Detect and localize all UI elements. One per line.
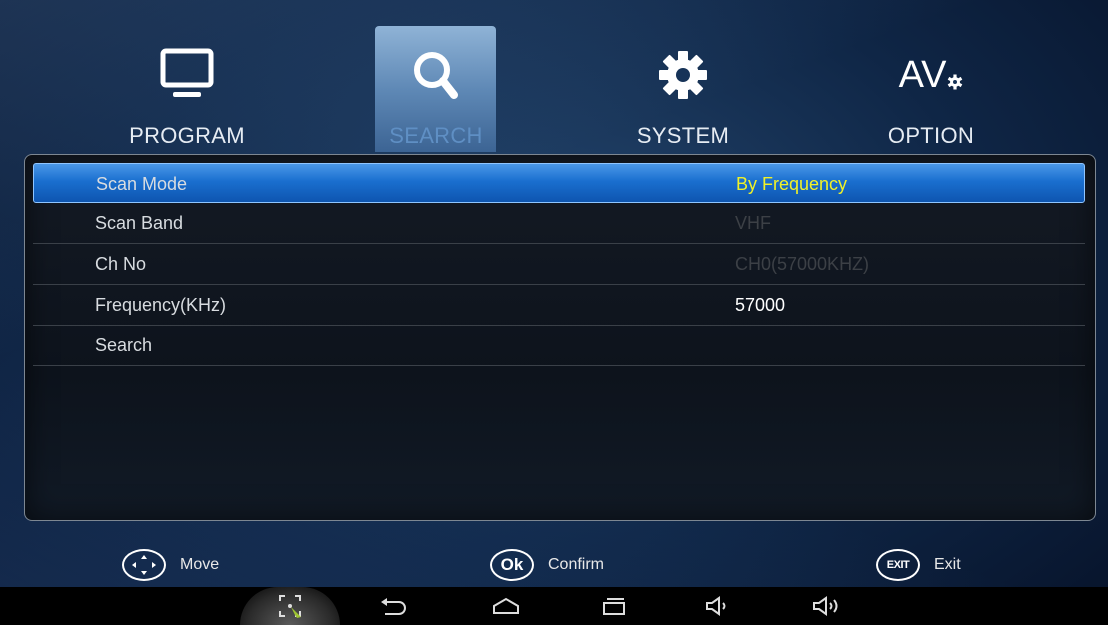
top-tab-bar: PROGRAM SEARCH SYSTEM AV OPTION [0, 0, 1108, 155]
tab-program-label: PROGRAM [129, 123, 245, 148]
hint-exit: EXIT Exit [876, 548, 961, 582]
menu-row-value: VHF [735, 213, 771, 233]
recents-icon[interactable] [584, 587, 644, 625]
hint-confirm-label: Confirm [548, 556, 605, 573]
home-icon[interactable] [476, 587, 536, 625]
tab-system-label: SYSTEM [636, 123, 730, 148]
menu-row-scan-mode[interactable]: Scan Mode By Frequency [33, 163, 1085, 203]
volume-up-icon[interactable] [797, 587, 857, 625]
back-icon[interactable] [363, 587, 423, 625]
menu-row-label: Scan Band [95, 213, 184, 233]
tab-option[interactable]: AV OPTION [870, 26, 992, 152]
ok-icon: Ok [490, 549, 534, 581]
av-settings-icon: AV [870, 40, 992, 110]
search-icon [375, 40, 497, 110]
menu-row-label: Search [95, 335, 153, 355]
menu-row-ch-no[interactable]: Ch No CH0(57000KHZ) [33, 244, 1085, 285]
menu-row-value: CH0(57000KHZ) [735, 254, 870, 274]
key-hints-bar: Move Ok Confirm EXIT Exit [0, 540, 1108, 590]
hint-move-label: Move [180, 556, 220, 573]
search-settings-panel: Scan Mode By Frequency Scan Band VHF Ch … [24, 154, 1096, 521]
hint-exit-label: Exit [934, 556, 961, 573]
exit-icon: EXIT [876, 549, 920, 581]
tab-search-label: SEARCH [389, 123, 483, 148]
menu-row-label: Ch No [95, 254, 147, 274]
tv-icon [126, 40, 248, 110]
tab-program[interactable]: PROGRAM [126, 26, 248, 152]
tab-system[interactable]: SYSTEM [622, 26, 744, 152]
menu-row-frequency[interactable]: Frequency(KHz) 57000 [33, 285, 1085, 326]
dpad-icon [122, 549, 166, 581]
tab-search[interactable]: SEARCH [375, 26, 496, 152]
menu-row-scan-band[interactable]: Scan Band VHF [33, 203, 1085, 244]
tab-option-label: OPTION [887, 123, 975, 148]
menu-row-value: 57000 [735, 295, 786, 315]
system-navigation-bar [0, 587, 1108, 625]
screenshot-icon[interactable] [260, 587, 320, 625]
hint-confirm: Ok Confirm [490, 548, 604, 582]
volume-down-icon[interactable] [688, 587, 748, 625]
hint-move: Move [122, 548, 219, 582]
menu-row-label: Frequency(KHz) [95, 295, 227, 315]
menu-row-label: Scan Mode [96, 174, 188, 194]
menu-row-value: By Frequency [736, 174, 848, 194]
gear-icon [622, 40, 744, 110]
menu-row-search[interactable]: Search [33, 325, 1085, 366]
av-icon-text: AV [898, 53, 947, 96]
